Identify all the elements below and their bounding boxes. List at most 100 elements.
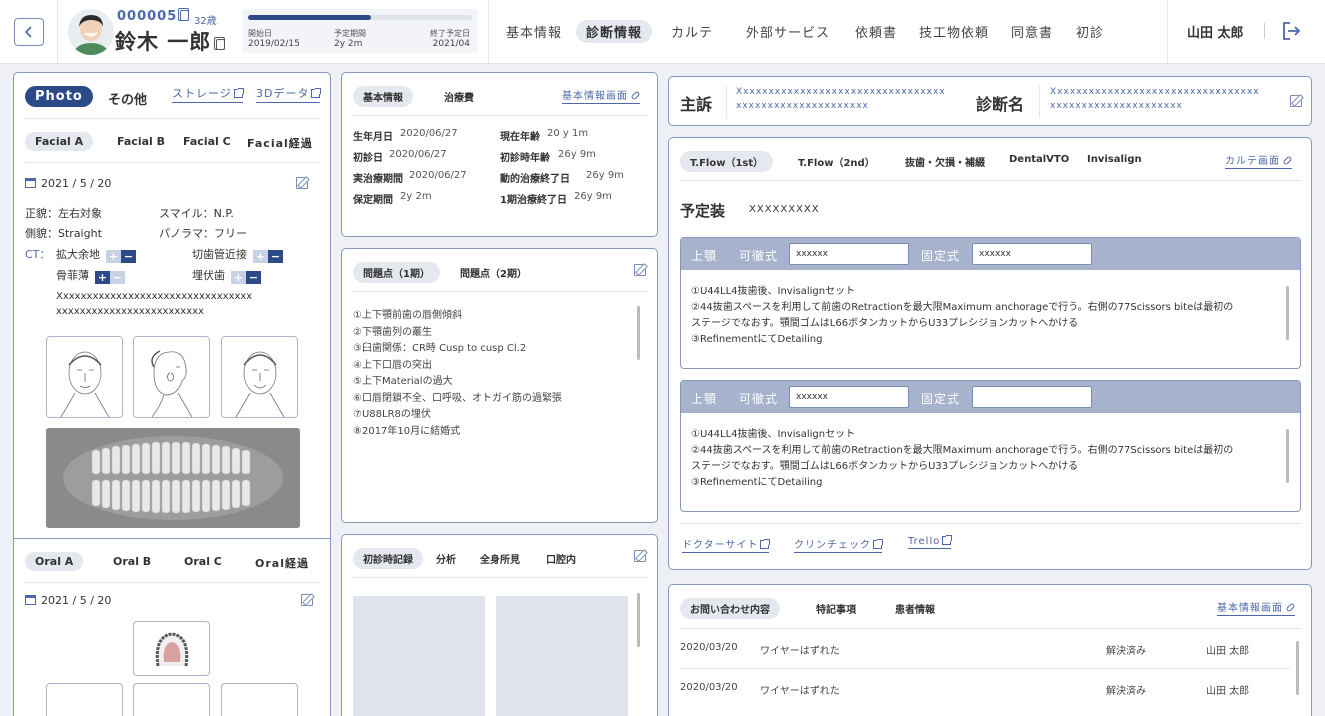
tab-problems-1[interactable]: 問題点（1期） xyxy=(353,262,440,283)
nav-consent[interactable]: 同意書 xyxy=(1011,22,1053,41)
minus-button[interactable]: − xyxy=(268,250,283,263)
ct-incisive-toggle[interactable]: + − xyxy=(253,250,283,263)
copy-icon[interactable] xyxy=(178,8,190,21)
tab-other[interactable]: その他 xyxy=(108,89,147,108)
nav-first-visit[interactable]: 初診 xyxy=(1076,22,1104,41)
basic-info-label: 保定期間 xyxy=(353,195,393,206)
minus-button[interactable]: − xyxy=(121,250,136,263)
nav-basic-info[interactable]: 基本情報 xyxy=(506,22,562,41)
clincheck-link[interactable]: クリンチェック xyxy=(794,536,883,553)
nav-diagnosis-info[interactable]: 診断情報 xyxy=(576,20,653,43)
face-photo-side[interactable] xyxy=(133,336,210,418)
oral-photo-front[interactable] xyxy=(133,683,210,716)
tab-intraoral[interactable]: 口腔内 xyxy=(546,551,576,566)
scrollbar[interactable] xyxy=(637,306,640,360)
tab-oral-a[interactable]: Oral A xyxy=(25,552,84,571)
inquiry-row[interactable]: 2020/03/20 ワイヤーはずれた 解決済み 山田 太郎 xyxy=(669,628,1291,668)
plus-button[interactable]: + xyxy=(95,271,110,284)
ct-impacted-toggle[interactable]: + − xyxy=(231,271,261,284)
plus-button[interactable]: + xyxy=(231,271,246,284)
karte-screen-link[interactable]: カルテ画面 xyxy=(1225,152,1293,169)
trello-link[interactable]: Trello xyxy=(908,535,953,549)
tab-first-visit-record[interactable]: 初診時記録 xyxy=(353,548,423,569)
record-image-placeholder[interactable] xyxy=(496,596,628,716)
oral-photo-left[interactable] xyxy=(221,683,298,716)
nav-karte[interactable]: カルテ xyxy=(671,22,713,41)
ct-bone-toggle[interactable]: + − xyxy=(95,271,125,284)
link-icon xyxy=(1285,602,1296,613)
divider xyxy=(353,291,647,292)
tab-oral-progress[interactable]: Oral経過 xyxy=(255,555,309,571)
basic-info-label: 初診日 xyxy=(353,153,383,164)
tab-oral-c[interactable]: Oral C xyxy=(184,555,222,568)
external-link-icon xyxy=(760,539,771,549)
tab-facial-c[interactable]: Facial C xyxy=(183,135,231,148)
scrollbar[interactable] xyxy=(1286,286,1289,340)
minus-button[interactable]: − xyxy=(110,271,125,284)
removable-input[interactable]: xxxxxx xyxy=(789,386,909,408)
scrollbar[interactable] xyxy=(637,593,640,647)
scrollbar[interactable] xyxy=(1286,429,1289,483)
tab-invisalign[interactable]: Invisalign xyxy=(1087,154,1142,165)
basic-info-screen-link[interactable]: 基本情報画面 xyxy=(562,87,641,104)
inquiry-status: 解決済み xyxy=(1106,686,1146,697)
edit-icon[interactable] xyxy=(634,550,646,562)
fixed-input[interactable] xyxy=(972,386,1092,408)
copy-icon[interactable] xyxy=(214,37,226,50)
nav-request[interactable]: 依頼書 xyxy=(855,22,897,41)
logout-icon[interactable] xyxy=(1280,20,1302,42)
tab-oral-b[interactable]: Oral B xyxy=(113,555,151,568)
nav-lab-request[interactable]: 技工物依頼 xyxy=(919,22,989,41)
scrollbar[interactable] xyxy=(1296,641,1299,695)
face-photo-smile[interactable] xyxy=(221,336,298,418)
edit-icon[interactable] xyxy=(634,264,646,276)
tab-problems-2[interactable]: 問題点（2期） xyxy=(460,265,527,280)
patient-id-row: 000005 xyxy=(117,8,190,24)
edit-icon[interactable] xyxy=(301,594,313,606)
edit-icon[interactable] xyxy=(1290,95,1302,107)
tab-tflow-1st[interactable]: T.Flow（1st） xyxy=(680,151,774,172)
plus-button[interactable]: + xyxy=(253,250,268,263)
complaint-label: 主訴 xyxy=(680,95,713,114)
tab-facial-progress[interactable]: Facial経過 xyxy=(247,135,313,151)
inquiry-row[interactable]: 2020/03/20 ワイヤーはずれた 解決済み 山田 太郎 xyxy=(669,668,1291,708)
tab-photo[interactable]: Photo xyxy=(25,86,93,107)
tab-extraction[interactable]: 抜歯・欠損・補綴 xyxy=(905,154,985,169)
ct-expansion-toggle[interactable]: + − xyxy=(106,250,136,263)
oral-photo-upper[interactable] xyxy=(133,621,210,676)
nav-external-services[interactable]: 外部サービス xyxy=(746,22,830,41)
basic-info-screen-link[interactable]: 基本情報画面 xyxy=(1217,599,1296,616)
removable-input[interactable]: xxxxxx xyxy=(789,243,909,265)
tab-patient-info[interactable]: 患者情報 xyxy=(895,601,935,616)
minus-button[interactable]: − xyxy=(246,271,261,284)
basic-info-screen-link-label: 基本情報画面 xyxy=(562,91,628,102)
edit-icon[interactable] xyxy=(296,177,308,189)
ct-impacted: 埋伏歯 + − xyxy=(192,267,261,284)
plus-button[interactable]: + xyxy=(106,250,121,263)
tab-general-findings[interactable]: 全身所見 xyxy=(480,551,520,566)
user-name[interactable]: 山田 太郎 xyxy=(1187,22,1244,41)
plan-line: ③RefinementにてDetailing xyxy=(691,477,823,488)
tab-basic-info[interactable]: 基本情報 xyxy=(353,86,413,107)
tab-analysis[interactable]: 分析 xyxy=(436,551,456,566)
tab-facial-a[interactable]: Facial A xyxy=(25,132,94,151)
panorama-xray[interactable] xyxy=(46,428,300,528)
start-date-label: 開始日 xyxy=(248,29,272,38)
storage-link[interactable]: ストレージ xyxy=(172,85,244,103)
tab-special-notes[interactable]: 特記事項 xyxy=(816,601,856,616)
basic-info-label: 現在年齢 xyxy=(500,132,540,143)
3d-data-link[interactable]: 3Dデータ xyxy=(256,85,322,103)
tab-facial-b[interactable]: Facial B xyxy=(117,135,165,148)
tab-dental-vto[interactable]: DentalVTO xyxy=(1009,154,1069,165)
oral-photo-right[interactable] xyxy=(46,683,123,716)
photo-note-line: xxxxxxxxxxxxxxxxxxxxxxxxx xyxy=(56,306,204,317)
doctor-site-link[interactable]: ドクターサイト xyxy=(682,536,771,553)
fixed-input[interactable]: xxxxxx xyxy=(972,243,1092,265)
tab-inquiry[interactable]: お問い合わせ内容 xyxy=(680,598,780,619)
face-photo-front[interactable] xyxy=(46,336,123,418)
tab-treatment-fee[interactable]: 治療費 xyxy=(444,89,474,104)
tab-tflow-2nd[interactable]: T.Flow（2nd） xyxy=(798,154,875,169)
ct-incisive: 切歯管近接 + − xyxy=(192,246,283,263)
back-button[interactable] xyxy=(14,18,44,46)
record-image-placeholder[interactable] xyxy=(353,596,485,716)
